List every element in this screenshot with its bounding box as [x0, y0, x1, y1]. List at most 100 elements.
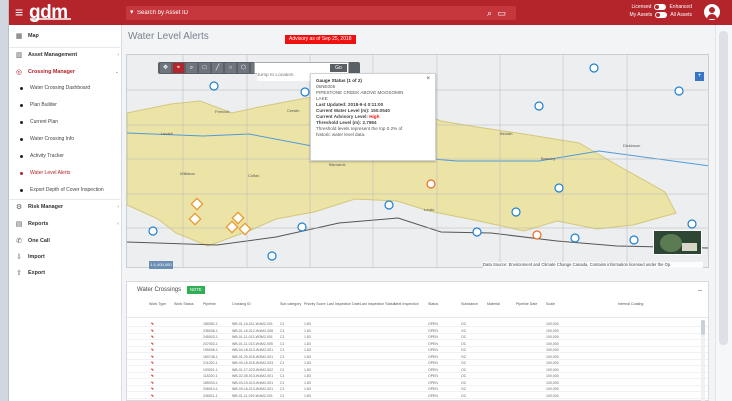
zoom-tool-icon[interactable]: ⌕	[186, 63, 197, 73]
sidebar-item-export-depth-of-cover[interactable]: Export Depth of Cover Inspection	[9, 184, 122, 196]
table-row[interactable]: ✎ 118220-1 WB-02-05-013-W4M2-001 C1 1.83 OPEN…	[127, 373, 708, 379]
table-row[interactable]: ✎ 211020-1 WB-00-16-015-W4M2-003 C1 1.83 OPEN…	[127, 360, 708, 366]
gauge-marker[interactable]	[267, 251, 277, 261]
popup-note-2: historic water level data.	[316, 132, 366, 137]
gauge-marker[interactable]	[384, 200, 394, 210]
place-label: Lindell	[161, 131, 173, 136]
gauge-marker[interactable]	[532, 230, 542, 240]
col-crossing-id[interactable]: Crossing ID	[232, 302, 251, 306]
gauge-marker[interactable]	[554, 183, 564, 193]
sidebar-item-plan-builder[interactable]: Plan Builder	[9, 99, 122, 111]
table-row[interactable]: ✎ 245011-1 WB-01-11-019-W4M2-001 C1 1.83 OPEN…	[127, 393, 708, 399]
col-sub-category[interactable]: Sub category	[280, 302, 301, 306]
col-internal-coating[interactable]: Internal Coating	[618, 302, 643, 306]
gauge-marker[interactable]	[297, 222, 307, 232]
table-row[interactable]: ✎ 160748-1 WB-01-20-015-W3M2-001 C1 1.83 OPEN…	[127, 354, 708, 360]
map-search-button[interactable]: Go	[330, 64, 347, 72]
assets-scope-toggle[interactable]	[655, 12, 668, 18]
col-last-inspection-date[interactable]: Last Inspection Date	[327, 302, 360, 306]
table-row[interactable]: ✎ 193001-1 WB-01-17-023-W4M2-002 C1 1.83 OPEN…	[127, 367, 708, 373]
table-cell: 1.83	[304, 374, 311, 378]
licensed-enhanced-toggle[interactable]	[654, 4, 667, 10]
gauge-marker[interactable]	[472, 227, 482, 237]
table-row[interactable]: ✎ 235006-1 WB-01-16-012-W4M2-006 C1 1.83 OPEN…	[127, 328, 708, 334]
gauge-marker[interactable]	[589, 63, 599, 73]
table-cell: OC	[461, 322, 467, 326]
line-tool-icon[interactable]: ╱	[212, 63, 223, 73]
sidebar-item-activity-tracker[interactable]: Activity Tracker	[9, 150, 122, 162]
circle-tool-icon[interactable]: ○	[225, 63, 236, 73]
polygon-tool-icon[interactable]: ⬡	[238, 63, 249, 73]
asset-search-input[interactable]	[137, 7, 437, 19]
edit-flag-icon[interactable]: ✎	[151, 355, 154, 359]
nav-risk-manager[interactable]: ⚙ Risk Manager ‹	[9, 201, 122, 213]
nav-import[interactable]: ⇩ Import	[9, 251, 122, 263]
edit-flag-icon[interactable]: ✎	[151, 348, 154, 352]
gauge-marker[interactable]	[426, 179, 436, 189]
col-pipeline[interactable]: Pipeline	[203, 302, 216, 306]
table-scrollbar-thumb[interactable]	[701, 320, 705, 335]
edit-flag-icon[interactable]: ✎	[151, 374, 154, 378]
gauge-marker[interactable]	[674, 86, 684, 96]
col-work-status[interactable]: Work Status	[174, 302, 194, 306]
table-row[interactable]: ✎ 195006-1 WB-04-18-013-W4M2-001 C1 1.83 OPEN…	[127, 347, 708, 353]
table-row[interactable]: ✎ 185003-1 WB-03-15-013-W4M2-001 C1 1.83 OPEN…	[127, 380, 708, 386]
col-work-type[interactable]: Work Type	[149, 302, 166, 306]
col-pipeline-date[interactable]: Pipeline Date	[516, 302, 537, 306]
nav-crossing-manager[interactable]: ◎ Crossing Manager ⌄	[9, 66, 122, 78]
basemap-thumbnail[interactable]	[653, 230, 702, 255]
hamburger-menu-icon[interactable]: ≡	[15, 5, 23, 19]
gauge-marker[interactable]	[300, 87, 310, 97]
gauge-marker[interactable]	[629, 235, 639, 245]
col-priority-score[interactable]: Priority Score	[304, 302, 326, 306]
edit-flag-icon[interactable]: ✎	[151, 381, 154, 385]
sidebar-item-water-crossing-dashboard[interactable]: Water Crossing Dashboard	[9, 82, 122, 94]
table-row[interactable]: ✎ 185082-1 WB-01-16-011-W4M2-001 C1 1.83 OPEN…	[127, 321, 708, 327]
folder-icon[interactable]: ▭	[497, 8, 506, 19]
nav-export[interactable]: ⇧ Export	[9, 267, 122, 279]
square-tool-icon[interactable]: □	[199, 63, 210, 73]
search-dropdown-caret-icon[interactable]: ▾	[130, 8, 134, 16]
collapse-icon[interactable]: –	[698, 287, 702, 294]
gauge-marker[interactable]	[687, 219, 697, 229]
search-icon[interactable]: ⌕	[487, 8, 492, 19]
place-label: Williston	[180, 171, 195, 176]
table-row[interactable]: ✎ 208014-1 WB-09-16-013-W4M2-001 C1 1.83 OPEN…	[127, 386, 708, 392]
page-scrollbar-thumb[interactable]	[719, 31, 728, 345]
sidebar-item-water-crossing-info[interactable]: Water Crossing Info	[9, 133, 122, 145]
user-avatar[interactable]	[704, 4, 720, 20]
zoom-in-button[interactable]: +	[695, 72, 704, 81]
edit-flag-icon[interactable]: ✎	[151, 361, 154, 365]
hand-tool-icon[interactable]: ✥	[160, 63, 171, 73]
close-icon[interactable]: ×	[426, 76, 430, 82]
nav-map[interactable]: ▦ Map	[9, 30, 122, 42]
table-row[interactable]: ✎ 245003-1 WB-01-11-013-W3M2-001 C1 1.83 OPEN…	[127, 334, 708, 340]
edit-flag-icon[interactable]: ✎	[151, 394, 154, 398]
chevron-left-icon: ‹	[117, 204, 119, 210]
gauge-marker[interactable]	[511, 207, 521, 217]
gauge-marker[interactable]	[209, 81, 219, 91]
sidebar-item-water-level-alerts[interactable]: Water Level Alerts	[9, 167, 122, 179]
col-scale[interactable]: Scale	[546, 302, 555, 306]
sidebar-item-current-plan[interactable]: Current Plan	[9, 116, 122, 128]
gauge-marker[interactable]	[570, 233, 580, 243]
table-row[interactable]: ✎ 247002-1 WB-01-11-013-W4M2-005 C1 1.83 OPEN…	[127, 341, 708, 347]
nav-reports[interactable]: ▤ Reports ‹	[9, 218, 122, 230]
edit-flag-icon[interactable]: ✎	[151, 368, 154, 372]
col-substance[interactable]: Substance	[461, 302, 478, 306]
nav-asset-management[interactable]: ▥ Asset Management ‹	[9, 49, 122, 61]
col-material[interactable]: Material	[487, 302, 500, 306]
gauge-marker[interactable]	[148, 226, 158, 236]
edit-flag-icon[interactable]: ✎	[151, 387, 154, 391]
edit-flag-icon[interactable]: ✎	[151, 329, 154, 333]
nav-one-call[interactable]: ✆ One Call	[9, 235, 122, 247]
col-next-inspection[interactable]: Next Inspection	[394, 302, 419, 306]
gauge-marker[interactable]	[534, 101, 544, 111]
asset-search-box[interactable]: ▾ ⌕ ▭	[126, 6, 516, 20]
edit-flag-icon[interactable]: ✎	[151, 322, 154, 326]
select-tool-icon[interactable]: ⌖	[173, 63, 184, 73]
col-status[interactable]: Status	[428, 302, 438, 306]
edit-flag-icon[interactable]: ✎	[151, 342, 154, 346]
col-last-inspection-status[interactable]: Last Inspection Status	[360, 302, 395, 306]
edit-flag-icon[interactable]: ✎	[151, 335, 154, 339]
